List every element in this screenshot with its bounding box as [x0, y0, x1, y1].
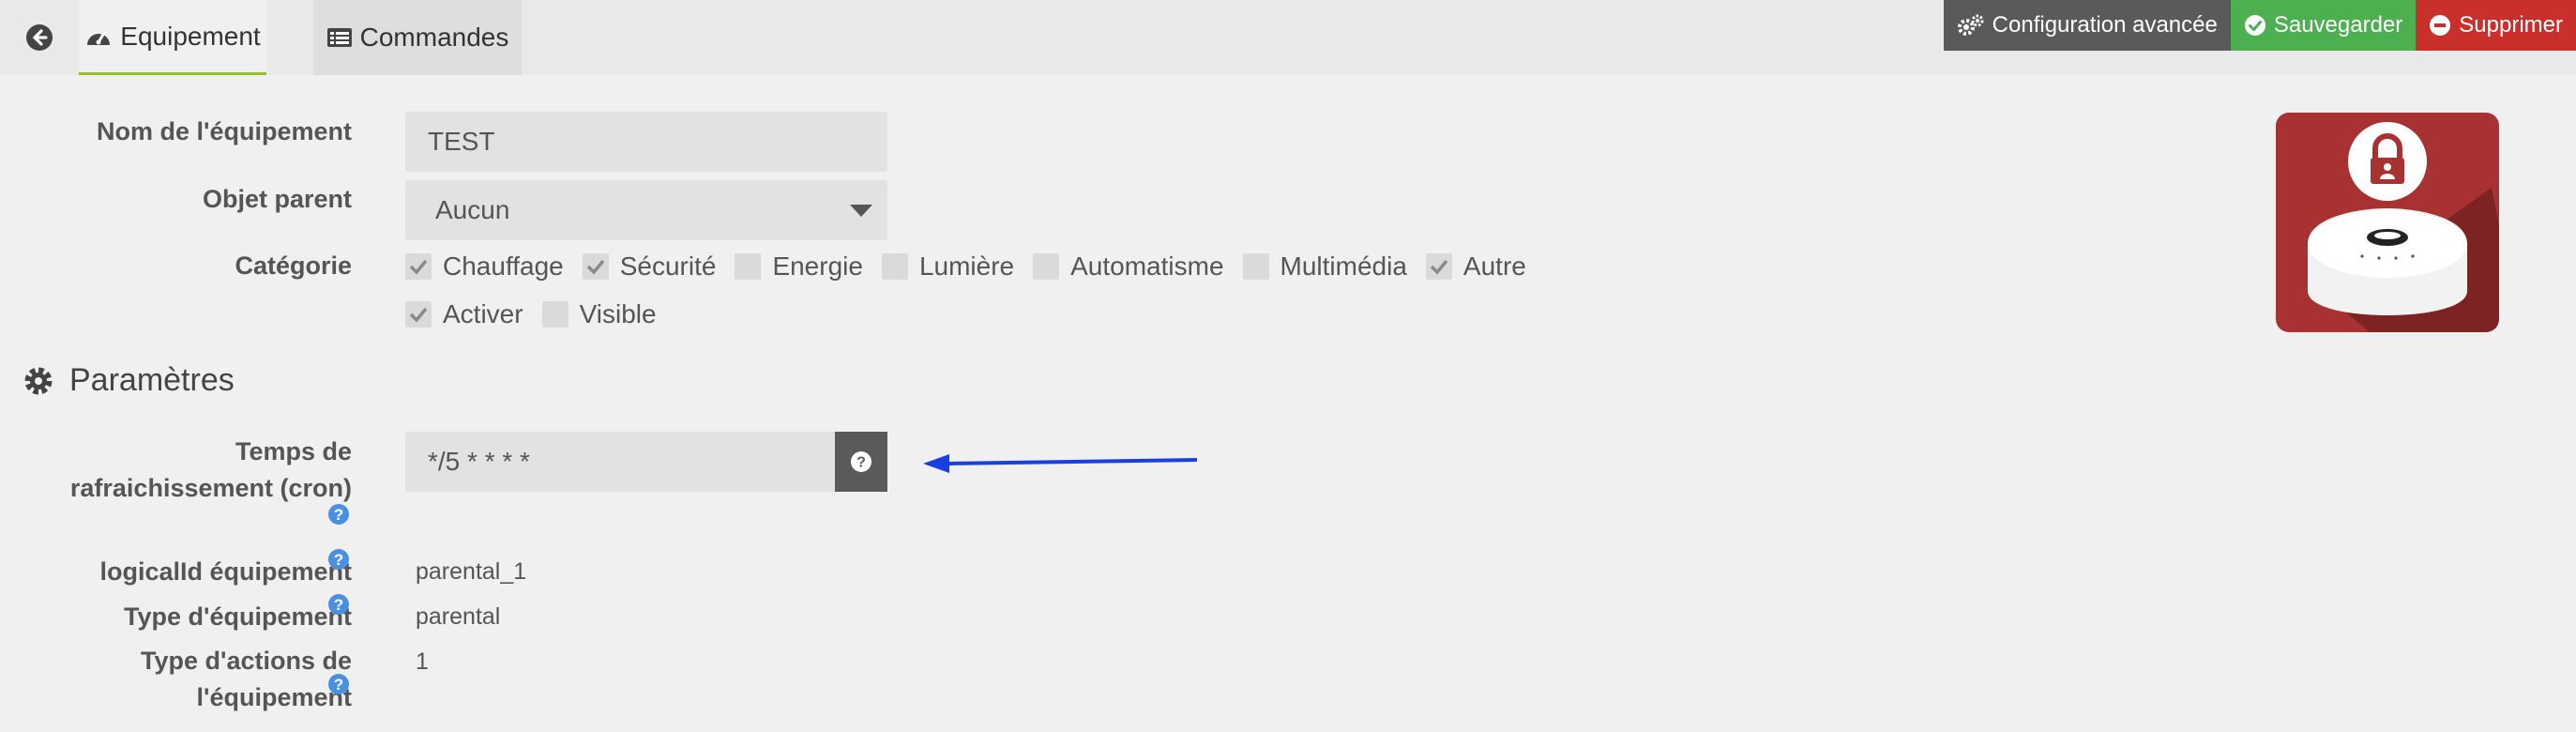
category-energie-label: Energie [772, 252, 863, 281]
save-label: Sauvegarder [2273, 12, 2403, 38]
checkbox-checked-icon[interactable] [405, 301, 432, 328]
category-label: Catégorie [235, 252, 352, 280]
actions-type-label-line2: l'équipement [196, 683, 352, 711]
actions-type-value: 1 [416, 648, 429, 675]
checkbox-empty[interactable] [735, 253, 762, 280]
plugin-logo [2276, 113, 2499, 332]
equipment-name-input[interactable]: TEST [405, 112, 887, 172]
tab-equipement[interactable]: Equipement [79, 0, 266, 75]
category-securite-label: Sécurité [619, 252, 717, 281]
visible-label: Visible [579, 299, 657, 328]
annotation-arrow [923, 454, 1198, 473]
tachometer-icon [87, 31, 111, 45]
category-lumiere-label: Lumière [918, 252, 1015, 281]
actions-type-label-line1: Type d'actions de [141, 647, 352, 675]
section-parametres-title: Paramètres [69, 362, 235, 398]
gears-icon [1957, 14, 1984, 36]
category-multimedia-label: Multimédia [1280, 252, 1407, 281]
advanced-config-label: Configuration avancée [1992, 12, 2218, 38]
delete-button[interactable]: Supprimer [2416, 0, 2576, 51]
section-parametres: Paramètres [23, 362, 235, 399]
equipment-type-help-icon[interactable]: ? [328, 594, 349, 615]
logicalid-help-icon[interactable]: ? [328, 549, 349, 570]
equipment-type-label: Type d'équipement [14, 599, 352, 635]
category-checkboxes: Chauffage Sécurité Energie Lumière Autom… [405, 252, 1545, 282]
actions-type-help-icon[interactable]: ? [328, 674, 349, 694]
equipment-name-value: TEST [428, 127, 495, 156]
gear-icon [24, 367, 53, 394]
visible-checkbox[interactable]: Visible [541, 299, 657, 329]
checkbox-empty[interactable] [541, 301, 568, 328]
cron-label-line1: Temps de [235, 437, 352, 465]
cron-label-line2: rafraichissement (cron) [69, 474, 352, 502]
category-lumiere[interactable]: Lumière [881, 252, 1015, 282]
tab-equipement-label: Equipement [120, 21, 261, 51]
svg-text:?: ? [856, 455, 866, 471]
activer-checkbox[interactable]: Activer [405, 299, 523, 329]
logicalid-value: parental_1 [416, 558, 527, 585]
equipment-type-label-text: Type d'équipement [124, 602, 352, 631]
category-autre-label: Autre [1462, 252, 1526, 281]
cron-input[interactable]: */5 * * * * [405, 432, 837, 492]
save-button[interactable]: Sauvegarder [2230, 0, 2417, 51]
parent-object-label: Objet parent [202, 185, 352, 213]
checkbox-checked-icon[interactable] [582, 253, 609, 280]
top-actions: Configuration avancée Sauvegarder Suppri… [1943, 0, 2576, 51]
cron-help-icon[interactable]: ? [328, 504, 349, 525]
caret-down-icon [850, 205, 872, 217]
category-chauffage-label: Chauffage [443, 252, 564, 281]
tab-commandes-label: Commandes [359, 23, 509, 52]
checkbox-checked-icon[interactable] [1425, 253, 1452, 280]
category-energie[interactable]: Energie [735, 252, 863, 282]
advanced-config-button[interactable]: Configuration avancée [1943, 0, 2231, 51]
checkbox-checked-icon[interactable] [405, 253, 432, 280]
checkbox-empty[interactable] [881, 253, 908, 280]
parental-control-icon [2276, 113, 2499, 332]
checkbox-empty[interactable] [1033, 253, 1060, 280]
parent-object-select[interactable]: Aucun [405, 180, 887, 240]
category-automatisme-label: Automatisme [1070, 252, 1224, 281]
back-button[interactable] [0, 0, 79, 75]
cron-value: */5 * * * * [428, 447, 530, 476]
check-circle-icon [2244, 15, 2265, 36]
activer-label: Activer [443, 299, 523, 328]
parent-object-value: Aucun [435, 195, 510, 224]
category-automatisme[interactable]: Automatisme [1033, 252, 1224, 282]
category-securite[interactable]: Sécurité [582, 252, 717, 282]
arrow-left-circle-icon [26, 24, 53, 51]
question-circle-icon: ? [851, 451, 871, 472]
category-chauffage[interactable]: Chauffage [405, 252, 564, 282]
category-autre[interactable]: Autre [1425, 252, 1526, 282]
equipment-name-label: Nom de l'équipement [97, 117, 352, 145]
minus-circle-icon [2430, 15, 2451, 36]
cron-assistant-button[interactable]: ? [835, 432, 887, 492]
state-checkboxes: Activer Visible [405, 299, 675, 329]
checkbox-empty[interactable] [1242, 253, 1269, 280]
logicalid-label-text: logicalId équipement [99, 557, 352, 586]
delete-label: Supprimer [2459, 12, 2563, 38]
tab-commandes[interactable]: Commandes [313, 0, 522, 75]
logicalid-label: logicalId équipement [14, 554, 352, 590]
equipment-type-value: parental [416, 603, 501, 630]
category-multimedia[interactable]: Multimédia [1242, 252, 1407, 282]
list-icon [326, 28, 352, 47]
